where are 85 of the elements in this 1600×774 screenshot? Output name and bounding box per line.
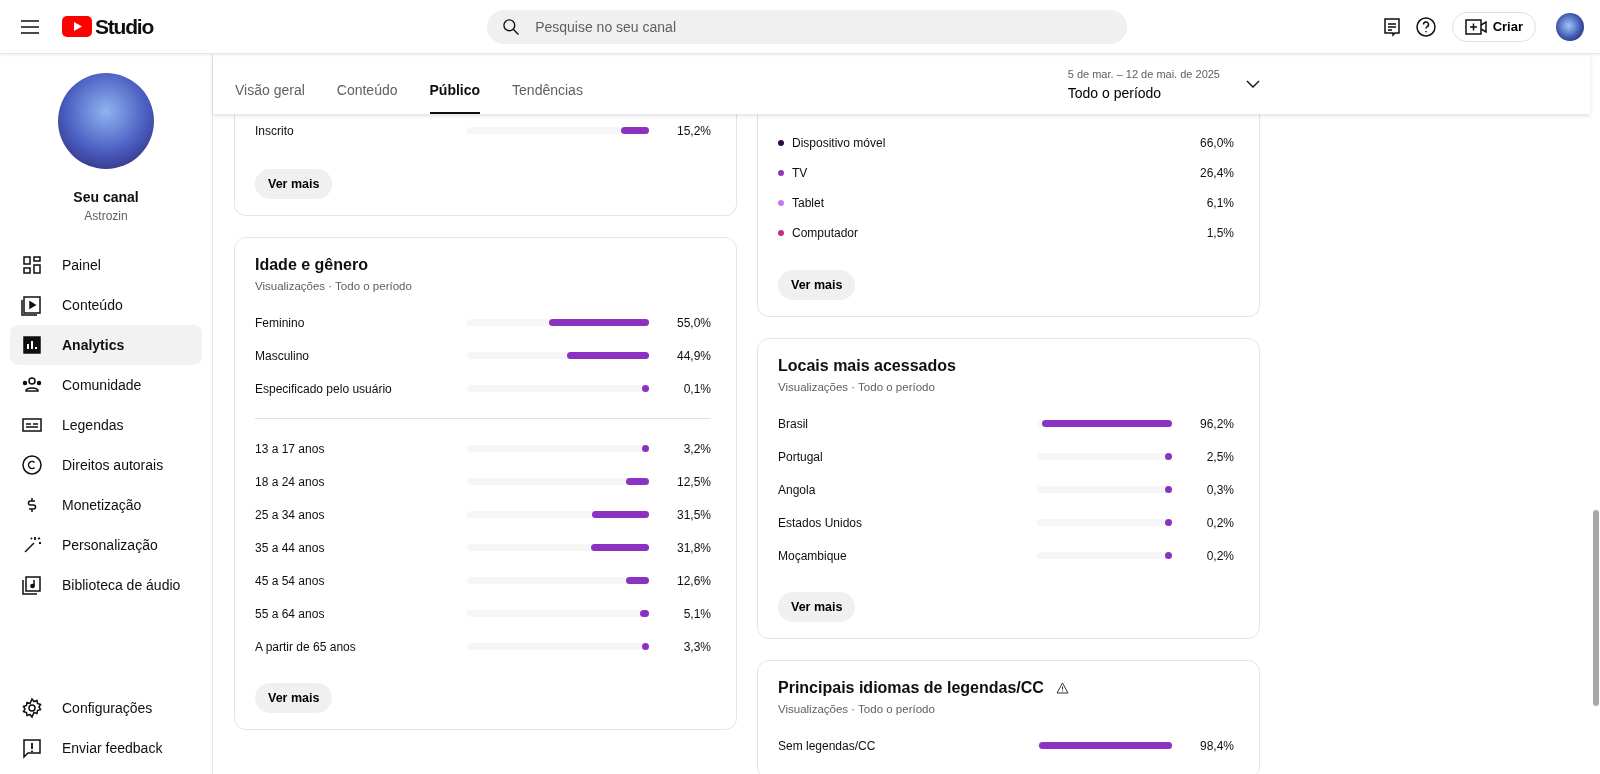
- percentage: 3,2%: [682, 441, 711, 456]
- row-label: 13 a 17 anos: [255, 441, 326, 456]
- percentage: 55,0%: [675, 315, 711, 330]
- dashboard-icon: [20, 253, 44, 277]
- sidebar-item[interactable]: Comunidade: [10, 365, 202, 405]
- video-plus-icon: [1464, 17, 1487, 36]
- channel-title: Seu canal: [73, 189, 139, 205]
- card-subtitle: Visualizações · Todo o período: [778, 703, 936, 715]
- percentage: 44,9%: [675, 348, 711, 363]
- row-label: Especificado pelo usuário: [255, 381, 393, 396]
- row-label: Sem legendas/CC: [778, 738, 877, 753]
- bar-chart-icon: [20, 333, 44, 357]
- see-more-button[interactable]: Ver mais: [778, 270, 856, 300]
- row-label: 18 a 24 anos: [255, 474, 326, 489]
- card-title: Principais idiomas de legendas/CC: [778, 679, 1044, 697]
- sidebar-item[interactable]: Legendas: [10, 405, 202, 445]
- percentage: 2,5%: [1205, 449, 1234, 464]
- percentage: 15,2%: [675, 123, 711, 138]
- tab[interactable]: Conteúdo: [336, 82, 398, 114]
- scrollbar-thumb[interactable]: [1593, 510, 1599, 706]
- card-title: Idade e gênero: [255, 256, 368, 274]
- row-label: 35 a 44 anos: [255, 540, 326, 555]
- percentage: 96,2%: [1198, 416, 1234, 431]
- sidebar-item[interactable]: Monetização: [10, 485, 202, 525]
- sidebar-item[interactable]: Painel: [10, 245, 202, 285]
- percentage: 1,5%: [1205, 226, 1234, 240]
- sidebar-item[interactable]: Analytics: [10, 325, 202, 365]
- row-label: Tablet: [792, 196, 826, 210]
- chevron-down-icon: [1246, 80, 1260, 88]
- percentage: 98,4%: [1198, 738, 1234, 753]
- percentage: 0,2%: [1205, 515, 1234, 530]
- logo-text[interactable]: Studio: [95, 14, 154, 39]
- row-label: 45 a 54 anos: [255, 573, 326, 588]
- see-more-button[interactable]: Ver mais: [255, 683, 333, 713]
- sidebar-item[interactable]: Personalização: [10, 525, 202, 565]
- percentage: 12,6%: [675, 573, 711, 588]
- percentage: 0,3%: [1205, 482, 1234, 497]
- help-icon[interactable]: [1413, 14, 1438, 39]
- percentage: 26,4%: [1198, 166, 1234, 180]
- logo-icon[interactable]: [62, 16, 92, 37]
- sidebar-item[interactable]: Conteúdo: [10, 285, 202, 325]
- row-label: Brasil: [778, 416, 809, 431]
- play-square-icon: [20, 293, 44, 317]
- row-label: 55 a 64 anos: [255, 606, 326, 621]
- row-label: Masculino: [255, 348, 311, 363]
- percentage: 0,1%: [682, 381, 711, 396]
- copyright-icon: [20, 453, 44, 477]
- tab[interactable]: Visão geral: [235, 82, 305, 114]
- see-more-button[interactable]: Ver mais: [255, 169, 333, 199]
- tab[interactable]: Tendências: [512, 82, 583, 114]
- sidebar-item[interactable]: Configurações: [10, 688, 202, 728]
- channel-name: Astrozin: [84, 209, 128, 223]
- card-title: Locais mais acessados: [778, 357, 956, 375]
- search-field[interactable]: Pesquise no seu canal: [487, 9, 1128, 44]
- percentage: 31,8%: [675, 540, 711, 555]
- percentage: 31,5%: [675, 507, 711, 522]
- row-label: Moçambique: [778, 548, 848, 563]
- card-subtitle: Visualizações · Todo o período: [255, 280, 413, 292]
- row-label: Angola: [778, 482, 817, 497]
- music-note-icon: [20, 573, 44, 597]
- see-more-button[interactable]: Ver mais: [778, 592, 856, 622]
- row-label: Inscrito: [255, 123, 295, 138]
- percentage: 66,0%: [1198, 136, 1234, 150]
- percentage: 5,1%: [682, 606, 711, 621]
- row-label: Estados Unidos: [778, 515, 864, 530]
- settings-icon: [20, 696, 44, 720]
- date-range-picker[interactable]: 5 de mar. – 12 de mai. de 2025 Todo o período: [1067, 67, 1260, 101]
- sidebar-item[interactable]: Enviar feedback: [10, 728, 202, 768]
- row-label: A partir de 65 anos: [255, 639, 357, 654]
- row-label: 25 a 34 anos: [255, 507, 326, 522]
- sidebar-item[interactable]: Direitos autorais: [10, 445, 202, 485]
- percentage: 12,5%: [675, 474, 711, 489]
- row-label: Feminino: [255, 315, 306, 330]
- percentage: 0,2%: [1205, 548, 1234, 563]
- row-label: Dispositivo móvel: [792, 136, 887, 150]
- feedback-icon: [20, 736, 44, 760]
- percentage: 6,1%: [1205, 196, 1234, 210]
- percentage: 3,3%: [682, 639, 711, 654]
- create-button[interactable]: Criar: [1451, 11, 1536, 42]
- card-subtitle: Visualizações · Todo o período: [778, 381, 936, 393]
- row-label: TV: [792, 166, 809, 180]
- row-label: Portugal: [778, 449, 824, 464]
- row-label: Computador: [792, 226, 860, 240]
- sidebar-item[interactable]: Biblioteca de áudio: [10, 565, 202, 605]
- avatar[interactable]: [1556, 12, 1584, 41]
